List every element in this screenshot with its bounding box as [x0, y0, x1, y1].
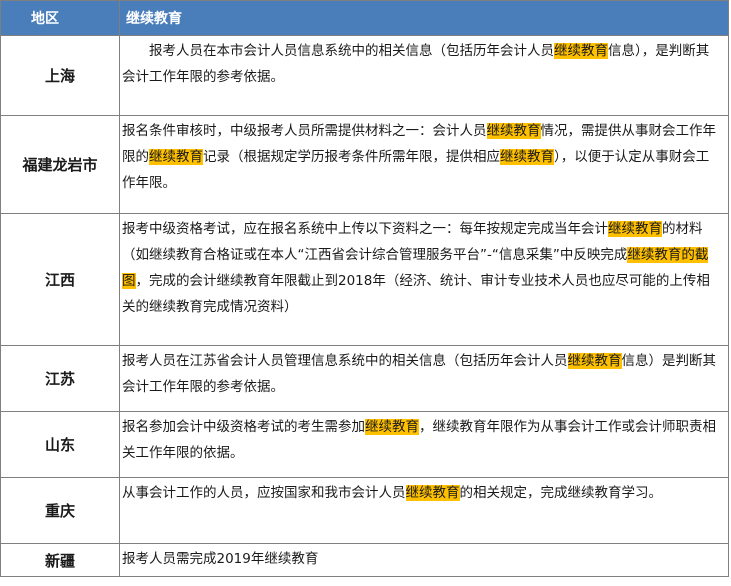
text-segment: 报名条件审核时，中级报考人员所需提供材料之一：会计人员	[122, 123, 487, 139]
region-cell: 上海	[0, 35, 120, 116]
text-segment: 记录（根据规定学历报考条件所需年限，提供相应	[203, 149, 500, 165]
text-segment: 报考人员需完成2019年继续教育	[122, 551, 319, 567]
continuing-education-table: 地区 继续教育 上海 报考人员在本市会计人员信息系统中的相关信息（包括历年会计人…	[0, 0, 729, 577]
table-row: 江西 报考中级资格考试，应在报名系统中上传以下资料之一：每年按规定完成当年会计继…	[0, 213, 729, 346]
table-header-row: 地区 继续教育	[0, 0, 729, 36]
highlighted-text: 继续教育	[365, 419, 419, 435]
content-cell: 报考中级资格考试，应在报名系统中上传以下资料之一：每年按规定完成当年会计继续教育…	[119, 213, 729, 346]
region-cell: 江苏	[0, 345, 120, 412]
table-row: 新疆 报考人员需完成2019年继续教育	[0, 543, 729, 577]
content-cell: 报考人员在本市会计人员信息系统中的相关信息（包括历年会计人员继续教育信息），是判…	[119, 35, 729, 116]
region-cell: 重庆	[0, 477, 120, 544]
content-cell: 报考人员需完成2019年继续教育	[119, 543, 729, 577]
header-content: 继续教育	[119, 0, 729, 36]
content-cell: 报名参加会计中级资格考试的考生需参加继续教育，继续教育年限作为从事会计工作或会计…	[119, 411, 729, 478]
region-cell: 山东	[0, 411, 120, 478]
region-cell: 新疆	[0, 543, 120, 577]
content-cell: 从事会计工作的人员，应按国家和我市会计人员继续教育的相关规定，完成继续教育学习。	[119, 477, 729, 544]
table-row: 山东 报名参加会计中级资格考试的考生需参加继续教育，继续教育年限作为从事会计工作…	[0, 411, 729, 478]
table-row: 江苏 报考人员在江苏省会计人员管理信息系统中的相关信息（包括历年会计人员继续教育…	[0, 345, 729, 412]
text-segment: 的相关规定，完成继续教育学习。	[459, 485, 663, 501]
table-row: 重庆 从事会计工作的人员，应按国家和我市会计人员继续教育的相关规定，完成继续教育…	[0, 477, 729, 544]
content-cell: 报名条件审核时，中级报考人员所需提供材料之一：会计人员继续教育情况，需提供从事财…	[119, 115, 729, 214]
highlighted-text: 继续教育	[608, 221, 662, 237]
table-row: 上海 报考人员在本市会计人员信息系统中的相关信息（包括历年会计人员继续教育信息）…	[0, 35, 729, 116]
text-segment: 从事会计工作的人员，应按国家和我市会计人员	[122, 485, 406, 501]
region-cell: 福建龙岩市	[0, 115, 120, 214]
highlighted-text: 继续教育	[486, 123, 541, 139]
text-segment: 报考人员在本市会计人员信息系统中的相关信息（包括历年会计人员	[149, 43, 554, 59]
text-segment: 报考人员在江苏省会计人员管理信息系统中的相关信息（包括历年会计人员	[122, 353, 568, 369]
text-segment: 报考中级资格考试，应在报名系统中上传以下资料之一：每年按规定完成当年会计	[122, 221, 608, 237]
header-region: 地区	[0, 0, 120, 36]
region-cell: 江西	[0, 213, 120, 346]
highlighted-text: 继续教育	[500, 149, 554, 165]
content-cell: 报考人员在江苏省会计人员管理信息系统中的相关信息（包括历年会计人员继续教育信息）…	[119, 345, 729, 412]
text-segment: 报名参加会计中级资格考试的考生需参加	[122, 419, 365, 435]
highlighted-text: 继续教育	[567, 353, 622, 369]
highlighted-text: 继续教育	[405, 485, 460, 501]
highlighted-text: 继续教育	[554, 43, 608, 59]
table-row: 福建龙岩市 报名条件审核时，中级报考人员所需提供材料之一：会计人员继续教育情况，…	[0, 115, 729, 214]
text-segment: ，完成的会计继续教育年限截止到2018年（经济、统计、审计专业技术人员也应尽可能…	[122, 273, 710, 315]
highlighted-text: 继续教育	[149, 149, 203, 165]
